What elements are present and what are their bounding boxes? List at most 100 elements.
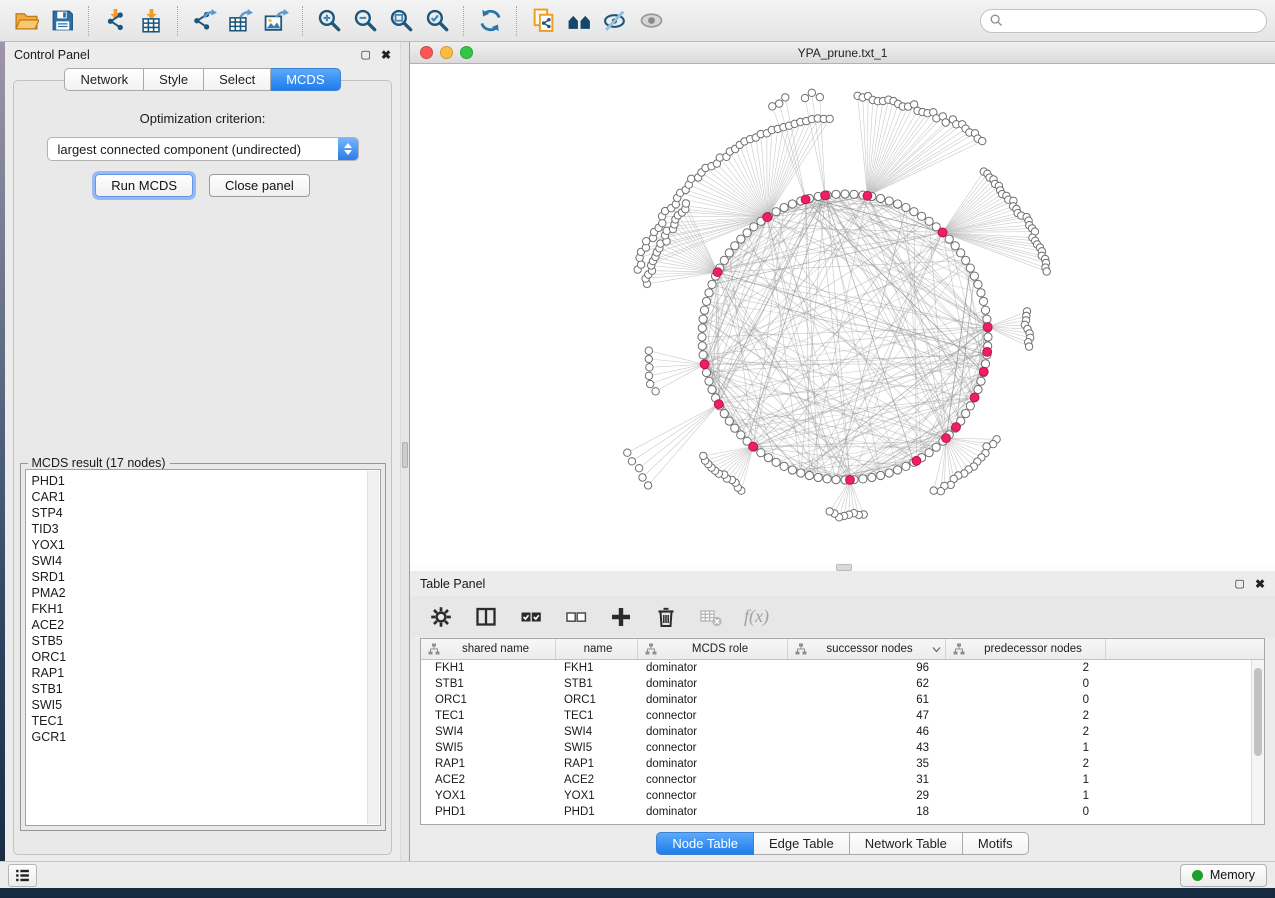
tab-select[interactable]: Select	[204, 68, 271, 91]
tab-mcds[interactable]: MCDS	[271, 68, 340, 91]
result-list-item[interactable]: RAP1	[32, 665, 380, 681]
network-canvas[interactable]	[410, 64, 1275, 563]
graph-leaf-node[interactable]	[776, 100, 783, 107]
graph-node[interactable]	[951, 242, 959, 250]
table-cell[interactable]: ORC1	[421, 694, 556, 706]
horizontal-splitter[interactable]	[410, 563, 1275, 571]
table-cell[interactable]: 1	[946, 742, 1106, 754]
table-cell[interactable]: 0	[946, 678, 1106, 690]
table-row[interactable]: YOX1YOX1connector291	[421, 788, 1264, 804]
result-list-item[interactable]: PMA2	[32, 585, 380, 601]
search-box[interactable]	[980, 9, 1267, 33]
table-cell[interactable]: dominator	[638, 694, 788, 706]
table-cell[interactable]: PHD1	[421, 806, 556, 818]
graph-hub-node[interactable]	[700, 360, 709, 369]
result-list-item[interactable]: SRD1	[32, 569, 380, 585]
graph-leaf-node[interactable]	[930, 487, 937, 494]
graph-hub-node[interactable]	[714, 400, 723, 409]
graph-hub-node[interactable]	[952, 423, 961, 432]
graph-node[interactable]	[832, 476, 840, 484]
table-cell[interactable]: STB1	[556, 678, 638, 690]
graph-node[interactable]	[757, 449, 765, 457]
graph-node[interactable]	[974, 386, 982, 394]
float-window-icon[interactable]: ▢	[361, 49, 371, 61]
table-row[interactable]: ACE2ACE2connector311	[421, 772, 1264, 788]
graph-leaf-node[interactable]	[700, 452, 707, 459]
graph-node[interactable]	[885, 197, 893, 205]
table-cell[interactable]: TEC1	[556, 710, 638, 722]
save-session-icon[interactable]	[44, 4, 80, 38]
result-list-item[interactable]: CAR1	[32, 489, 380, 505]
table-cell[interactable]: SWI4	[556, 726, 638, 738]
table-cell[interactable]: dominator	[638, 662, 788, 674]
table-cell[interactable]: dominator	[638, 726, 788, 738]
table-cell[interactable]: dominator	[638, 678, 788, 690]
column-header-MCDS-role[interactable]: MCDS role	[638, 639, 788, 659]
graph-leaf-node[interactable]	[645, 347, 652, 354]
graph-node[interactable]	[699, 351, 707, 359]
graph-node[interactable]	[894, 200, 902, 208]
import-network-icon[interactable]	[97, 4, 133, 38]
add-column-icon[interactable]	[609, 605, 633, 629]
graph-node[interactable]	[772, 458, 780, 466]
minimize-window-icon[interactable]	[440, 46, 453, 59]
zoom-out-icon[interactable]	[347, 4, 383, 38]
graph-hub-node[interactable]	[801, 195, 810, 204]
graph-leaf-node[interactable]	[637, 261, 644, 268]
graph-node[interactable]	[977, 289, 985, 297]
graph-hub-node[interactable]	[938, 228, 947, 237]
graph-node[interactable]	[743, 229, 751, 237]
graph-node[interactable]	[708, 280, 716, 288]
zoom-in-icon[interactable]	[311, 4, 347, 38]
graph-leaf-node[interactable]	[635, 465, 642, 472]
graph-node[interactable]	[814, 473, 822, 481]
graph-node[interactable]	[737, 431, 745, 439]
table-cell[interactable]: connector	[638, 710, 788, 722]
graph-leaf-node[interactable]	[979, 137, 986, 144]
table-cell[interactable]: RAP1	[421, 758, 556, 770]
graph-node[interactable]	[850, 190, 858, 198]
graph-node[interactable]	[981, 360, 989, 368]
graph-node[interactable]	[702, 369, 710, 377]
graph-leaf-node[interactable]	[1025, 343, 1032, 350]
graph-node[interactable]	[981, 306, 989, 314]
table-cell[interactable]: connector	[638, 790, 788, 802]
table-cell[interactable]: 47	[788, 710, 946, 722]
graph-node[interactable]	[708, 386, 716, 394]
graph-leaf-node[interactable]	[801, 94, 808, 101]
table-cell[interactable]: connector	[638, 742, 788, 754]
graph-node[interactable]	[894, 466, 902, 474]
table-cell[interactable]: 2	[946, 758, 1106, 770]
graph-node[interactable]	[780, 204, 788, 212]
show-all-icon[interactable]	[633, 4, 669, 38]
result-list-item[interactable]: GCR1	[32, 729, 380, 745]
graph-leaf-node[interactable]	[628, 458, 635, 465]
graph-node[interactable]	[698, 333, 706, 341]
graph-leaf-node[interactable]	[624, 449, 631, 456]
tab-network-table[interactable]: Network Table	[850, 832, 963, 855]
graph-leaf-node[interactable]	[639, 474, 646, 481]
close-panel-icon[interactable]: ✖	[1255, 578, 1265, 590]
table-cell[interactable]: 46	[788, 726, 946, 738]
memory-button[interactable]: Memory	[1180, 864, 1267, 887]
graph-node[interactable]	[698, 324, 706, 332]
table-row[interactable]: ORC1ORC1dominator610	[421, 692, 1264, 708]
result-list-item[interactable]: STB1	[32, 681, 380, 697]
graph-node[interactable]	[702, 297, 710, 305]
first-neighbors-icon[interactable]	[561, 4, 597, 38]
graph-hub-node[interactable]	[970, 393, 979, 402]
table-cell[interactable]: 35	[788, 758, 946, 770]
table-cell[interactable]: PHD1	[556, 806, 638, 818]
table-cell[interactable]: 1	[946, 790, 1106, 802]
graph-node[interactable]	[832, 190, 840, 198]
graph-node[interactable]	[731, 424, 739, 432]
graph-node[interactable]	[966, 402, 974, 410]
graph-node[interactable]	[725, 249, 733, 257]
graph-node[interactable]	[902, 204, 910, 212]
graph-leaf-node[interactable]	[682, 200, 689, 207]
table-cell[interactable]: 29	[788, 790, 946, 802]
graph-leaf-node[interactable]	[769, 103, 776, 110]
split-columns-icon[interactable]	[474, 605, 498, 629]
table-cell[interactable]: 2	[946, 662, 1106, 674]
graph-hub-node[interactable]	[983, 348, 992, 357]
